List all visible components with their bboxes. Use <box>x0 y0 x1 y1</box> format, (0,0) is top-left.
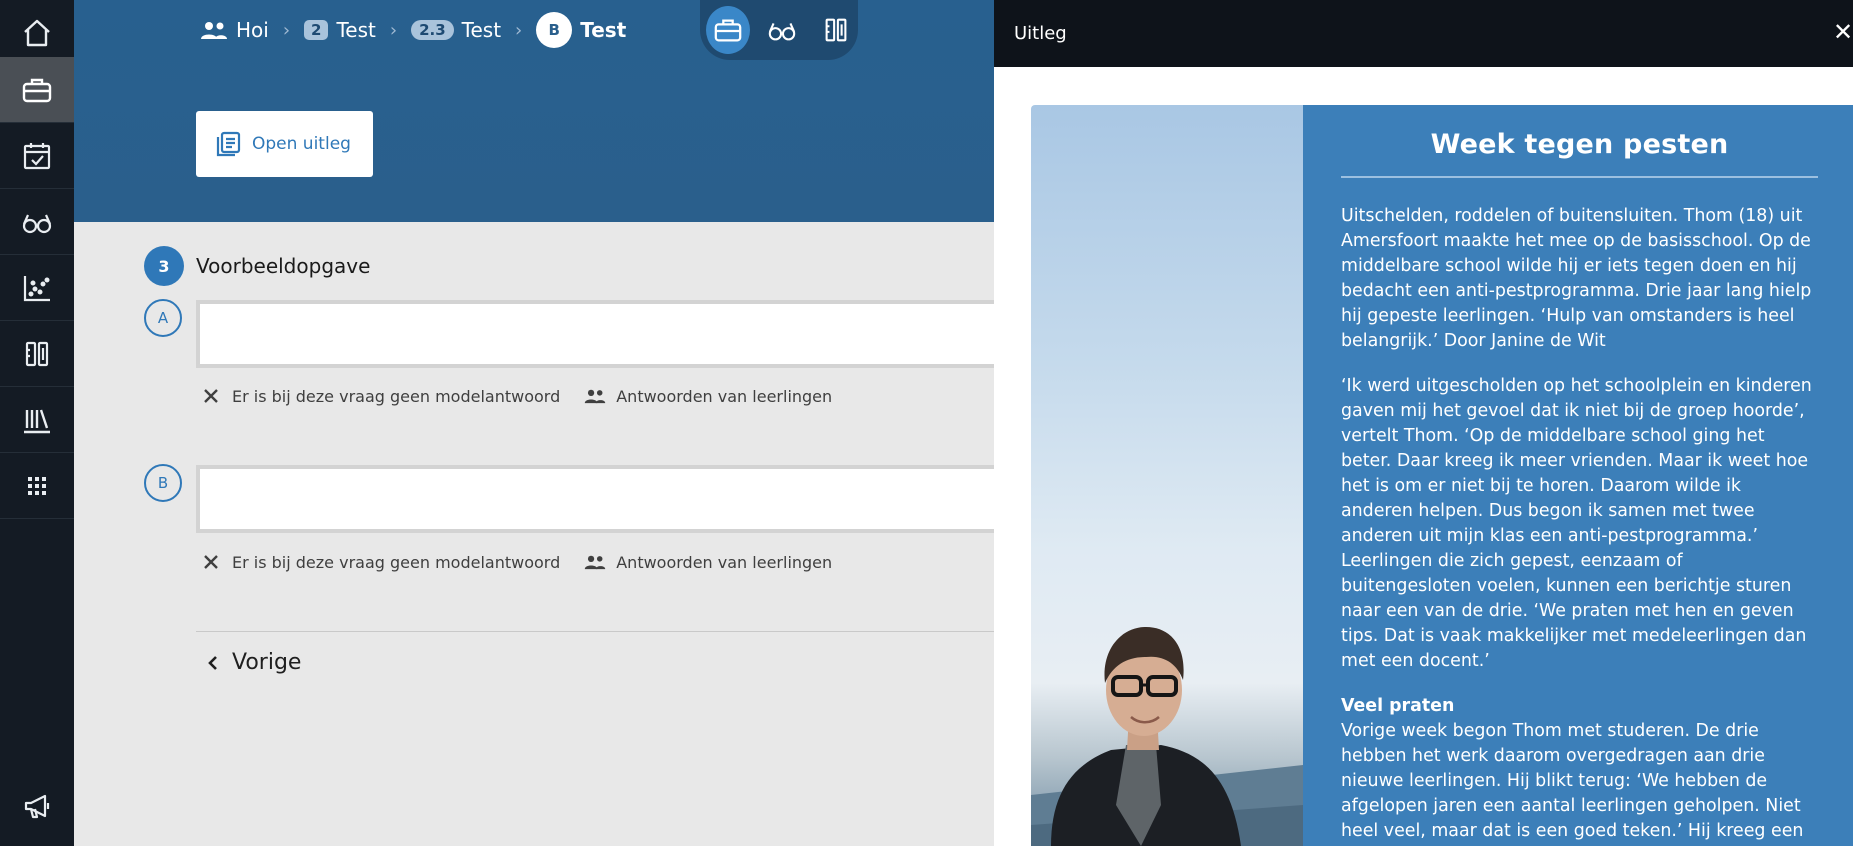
breadcrumb-label: Test <box>580 18 627 42</box>
portfolio-view-button[interactable] <box>706 6 750 54</box>
breadcrumb-badge: B <box>536 12 573 48</box>
article-subheading: Veel praten <box>1341 696 1455 716</box>
no-model-answer-text: Er is bij deze vraag geen modelantwoord <box>232 386 561 406</box>
breadcrumb-badge: 2.3 <box>411 20 454 40</box>
sidebar-item-apps[interactable] <box>0 453 74 519</box>
student-answers-label: Antwoorden van leerlingen <box>616 552 833 572</box>
apps-grid-icon <box>28 476 46 495</box>
heading-divider <box>1341 176 1818 178</box>
sidebar-item-portfolio[interactable] <box>0 57 74 123</box>
sidebar-item-tools[interactable] <box>0 321 74 387</box>
question-header: 3 Voorbeeldopgave <box>144 246 370 286</box>
chart-scatter-icon <box>23 275 50 301</box>
subquestion-letter: B <box>144 464 182 502</box>
briefcase-icon <box>714 19 742 42</box>
tools-icon <box>25 341 49 366</box>
sidebar-item-planner[interactable] <box>0 123 74 189</box>
chevron-right-icon: › <box>515 19 523 41</box>
home-icon <box>24 19 50 46</box>
article-body-continued: Vorige week begon Thom met studeren. De … <box>1341 721 1804 841</box>
student-answers-link[interactable]: Antwoorden van leerlingen <box>584 385 832 407</box>
breadcrumb-label: Hoi <box>236 18 269 42</box>
close-icon[interactable]: ✕ <box>1833 18 1853 46</box>
breadcrumb-item-current[interactable]: B Test <box>536 12 626 48</box>
breadcrumb: Hoi › 2 Test › 2.3 Test › B Test <box>200 8 626 52</box>
person-photo-illustration <box>1031 627 1303 846</box>
library-icon <box>24 409 50 433</box>
previous-label: Vorige <box>232 650 302 675</box>
tools-icon <box>825 18 847 42</box>
view-mode-toolbar <box>700 0 858 60</box>
sidebar-item-results[interactable] <box>0 255 74 321</box>
book-icon <box>216 131 241 157</box>
sidebar-item-library[interactable] <box>0 387 74 453</box>
divider <box>196 631 994 632</box>
sidebar-item-announcements[interactable] <box>0 778 74 834</box>
close-icon <box>204 555 218 569</box>
open-explanation-label: Open uitleg <box>252 134 351 154</box>
article-heading: Week tegen pesten <box>1430 129 1729 160</box>
briefcase-icon <box>22 78 52 102</box>
article-photo <box>1031 105 1303 846</box>
no-model-answer-note: Er is bij deze vraag geen modelantwoord <box>200 385 560 407</box>
previous-button[interactable]: Vorige <box>204 650 301 675</box>
student-answers-link[interactable]: Antwoorden van leerlingen <box>584 551 832 573</box>
panel-header: Uitleg ✕ <box>994 0 1853 67</box>
answer-field[interactable] <box>196 300 996 368</box>
open-explanation-button[interactable]: Open uitleg <box>196 111 373 177</box>
article-body: ‘Ik werd uitgescholden op het schoolplei… <box>1341 376 1812 671</box>
chevron-left-icon <box>208 655 217 670</box>
breadcrumb-item-section[interactable]: 2.3 Test <box>411 18 501 42</box>
review-view-button[interactable] <box>760 6 804 54</box>
article: Week tegen pesten Uitschelden, roddelen … <box>1303 105 1853 846</box>
no-model-answer-text: Er is bij deze vraag geen modelantwoord <box>232 552 561 572</box>
left-sidebar <box>0 0 74 846</box>
answer-field[interactable] <box>196 465 996 533</box>
question-number: 3 <box>144 246 184 286</box>
breadcrumb-badge: 2 <box>304 20 329 40</box>
explanation-panel: Uitleg ✕ Week tegen pesten Uitschelden, … <box>994 0 1853 846</box>
group-icon <box>585 555 606 570</box>
no-model-answer-note: Er is bij deze vraag geen modelantwoord <box>200 551 560 573</box>
group-icon <box>585 389 606 404</box>
panel-title: Uitleg <box>1014 23 1067 44</box>
answer-meta-row: Er is bij deze vraag geen modelantwoord … <box>200 551 846 573</box>
close-icon <box>204 389 218 403</box>
chevron-right-icon: › <box>282 19 291 41</box>
calendar-check-icon <box>23 142 51 169</box>
breadcrumb-item-group[interactable]: Hoi <box>200 18 269 42</box>
question-title: Voorbeeldopgave <box>196 254 371 278</box>
breadcrumb-label: Test <box>336 18 376 42</box>
student-answers-label: Antwoorden van leerlingen <box>616 386 833 406</box>
article-intro: Uitschelden, roddelen of buitensluiten. … <box>1341 206 1812 351</box>
subquestion-letter: A <box>144 299 182 337</box>
megaphone-icon <box>24 794 50 819</box>
sidebar-item-review[interactable] <box>0 189 74 255</box>
answer-meta-row: Er is bij deze vraag geen modelantwoord … <box>200 385 846 407</box>
tools-view-button[interactable] <box>814 6 858 54</box>
page-header: Hoi › 2 Test › 2.3 Test › B Test Open ui… <box>74 0 994 222</box>
chevron-right-icon: › <box>389 19 398 41</box>
group-icon <box>201 22 227 39</box>
breadcrumb-item-chapter[interactable]: 2 Test <box>304 18 376 42</box>
glasses-icon <box>22 214 52 233</box>
breadcrumb-label: Test <box>461 18 502 42</box>
glasses-icon <box>768 23 796 41</box>
